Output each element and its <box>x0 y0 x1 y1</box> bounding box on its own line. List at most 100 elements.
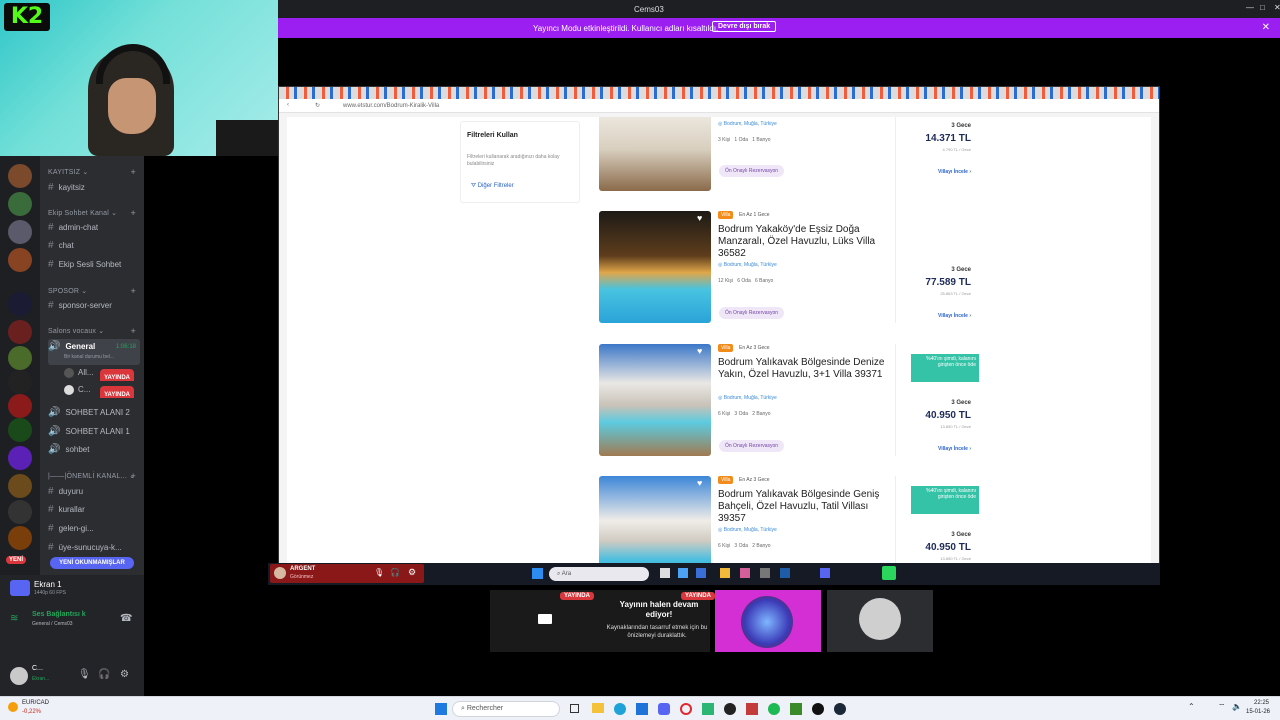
listing-title[interactable]: Bodrum Yalıkavak Bölgesinde Denize Yakın… <box>718 357 888 381</box>
server-icon[interactable] <box>8 192 32 216</box>
favorite-heart-icon[interactable]: ♥ <box>697 346 702 356</box>
headphone-icon[interactable]: 🎧 <box>98 669 110 680</box>
channel-uye-sunucuya[interactable]: # üye-sunucuya-k... <box>48 540 140 556</box>
windows-start-icon[interactable] <box>435 703 447 715</box>
server-icon[interactable] <box>8 370 32 394</box>
spotify-icon[interactable] <box>768 703 780 715</box>
listing-title[interactable]: Bodrum Yalıkavak Bölgesinde Geniş Bahçel… <box>718 489 888 525</box>
server-icon[interactable] <box>8 474 32 498</box>
taskbar-app-icon[interactable] <box>720 568 730 578</box>
listing-card[interactable]: ♥ Villa En Az 3 Gece Bodrum Yalıkavak Bö… <box>599 344 979 458</box>
settings-gear-icon[interactable]: ⚙ <box>120 669 129 680</box>
view-villa-link[interactable]: Villayı İncele › <box>938 313 971 319</box>
taskbar-app-icon[interactable] <box>780 568 790 578</box>
listing-photo[interactable] <box>599 117 711 191</box>
server-icon[interactable] <box>8 526 32 550</box>
disconnect-icon[interactable]: ☎ <box>120 613 132 624</box>
volume-icon[interactable]: 🔈 <box>1232 702 1242 711</box>
store-icon[interactable] <box>636 703 648 715</box>
server-icon[interactable] <box>8 446 32 470</box>
voice-channel-sohbet[interactable]: 🔊 sohbet <box>48 442 140 458</box>
minecraft-icon[interactable] <box>790 703 802 715</box>
channel-admin-chat[interactable]: # admin-chat <box>48 220 140 236</box>
stream-thumbnail[interactable]: YAYINDA <box>681 590 821 652</box>
server-icon[interactable] <box>8 164 32 188</box>
clock-date[interactable]: 15-01-26 <box>1246 709 1270 715</box>
edge-icon[interactable] <box>614 703 626 715</box>
steam-icon[interactable] <box>834 703 846 715</box>
listing-photo[interactable] <box>599 476 711 563</box>
server-icon[interactable] <box>8 394 32 418</box>
discord-icon[interactable] <box>658 703 670 715</box>
reload-icon[interactable]: ↻ <box>315 102 320 109</box>
channel-kayitsiz[interactable]: # kayitsiz <box>48 180 140 196</box>
taskbar-app-icon[interactable] <box>760 568 770 578</box>
mic-icon[interactable]: 🎙 <box>374 568 384 577</box>
taskbar-app-icon[interactable] <box>678 568 688 578</box>
voice-member[interactable]: All... YAYINDA <box>48 365 140 381</box>
server-icon[interactable] <box>8 320 32 344</box>
voice-channel-sohbet-2[interactable]: 🔊 SOHBET ALANI 2 <box>48 405 140 421</box>
channel-gelen-giden[interactable]: # gelen-gi... <box>48 521 140 537</box>
taskbar-app-icon[interactable] <box>740 568 750 578</box>
listing-photo[interactable] <box>599 344 711 456</box>
file-explorer-icon[interactable] <box>592 703 604 713</box>
channel-kurallar[interactable]: # kurallar <box>48 502 140 518</box>
server-icon[interactable] <box>8 292 32 316</box>
opera-icon[interactable] <box>680 703 692 715</box>
settings-gear-icon[interactable]: ⚙ <box>408 567 416 578</box>
minimize-button[interactable]: — <box>1246 3 1254 12</box>
voice-channel-sohbet-1[interactable]: 🔊 SOHBET ALANI 1 <box>48 424 140 440</box>
task-view-icon[interactable] <box>570 704 579 713</box>
stream-thumbnail[interactable]: YAYINDA Yayının halen devam ediyor! Kayn… <box>490 590 710 652</box>
more-filters-link[interactable]: ⛛ Diğer Filtreler <box>471 183 514 190</box>
app-icon[interactable] <box>812 703 824 715</box>
listing-title[interactable]: 37988 <box>718 117 888 119</box>
server-icon[interactable] <box>8 500 32 524</box>
favorite-heart-icon[interactable]: ♥ <box>697 478 702 488</box>
url-input[interactable]: www.etstur.com/Bodrum-Kiralik-Villa <box>343 103 439 109</box>
network-icon[interactable]: ⌔ <box>1218 702 1226 712</box>
listing-card[interactable]: ♥ Villa En Az 1 Gece Bodrum Yakaköy'de E… <box>599 211 979 325</box>
taskbar-app-icon[interactable] <box>696 568 706 578</box>
category-ekip[interactable]: Ekip Sohbet Kanal ⌄ + <box>48 208 140 218</box>
close-banner-icon[interactable]: ✕ <box>1262 22 1270 33</box>
favorite-heart-icon[interactable]: ♥ <box>697 213 702 223</box>
category-salons[interactable]: Salons vocaux ⌄ + <box>48 326 140 336</box>
tray-chevron-icon[interactable]: ⌃ <box>1188 702 1195 711</box>
taskbar-app-icon[interactable] <box>820 568 830 578</box>
listing-card[interactable]: ♥ Villa En Az 3 Gece Bodrum Yalıkavak Bö… <box>599 476 979 563</box>
back-icon[interactable]: ‹ <box>287 102 289 108</box>
headphone-icon[interactable]: 🎧 <box>390 568 400 577</box>
windows-start-icon[interactable] <box>532 568 543 579</box>
category-sponsor[interactable]: SPOSOR ⌄ + <box>48 286 140 296</box>
channel-ekip-sesli[interactable]: # Ekip Sesli Sohbet <box>48 257 140 273</box>
search-box[interactable]: ⌕ Rechercher <box>452 701 560 717</box>
channel-chat[interactable]: # chat <box>48 238 140 254</box>
listing-photo[interactable] <box>599 211 711 323</box>
channel-duyuru[interactable]: # duyuru <box>48 484 140 500</box>
server-icon[interactable] <box>8 248 32 272</box>
close-button[interactable]: ✕ <box>1274 3 1280 12</box>
server-icon[interactable] <box>8 220 32 244</box>
remote-search-box[interactable]: ⌕ Ara <box>549 567 649 581</box>
voice-channel-general[interactable]: 🔊 General 1:06:18 Bir kanal durumu bel... <box>48 339 140 365</box>
app-icon[interactable] <box>746 703 758 715</box>
voice-member[interactable]: C... YAYINDA <box>48 382 140 398</box>
category-kayitsiz[interactable]: KAYITSIZ ⌄ + <box>48 167 140 177</box>
category-important[interactable]: |——|ÖNEMLİ KANAL... ⌄ + <box>48 471 140 481</box>
user-avatar[interactable] <box>10 667 28 685</box>
app-icon[interactable] <box>724 703 736 715</box>
taskbar-app-icon[interactable] <box>882 566 896 580</box>
maximize-button[interactable]: □ <box>1260 3 1265 12</box>
tab-strip[interactable] <box>279 87 1159 99</box>
listing-title[interactable]: Bodrum Yakaköy'de Eşsiz Doğa Manzaralı, … <box>718 224 888 260</box>
listing-card[interactable]: 37988 ◎ Bodrum, Muğla, Türkiye 3 Kişi 1 … <box>599 117 979 221</box>
channel-sponsor-server[interactable]: # sponsor-server <box>48 298 140 314</box>
stream-thumbnail[interactable] <box>827 590 933 652</box>
new-unread-pill[interactable]: YENİ OKUNMAMIŞLAR <box>50 557 134 569</box>
clock-time[interactable]: 22:25 <box>1254 700 1269 706</box>
mic-icon[interactable]: 🎙 <box>78 669 91 680</box>
app-icon[interactable] <box>702 703 714 715</box>
disable-streamer-mode-button[interactable]: Devre dışı bırak <box>712 21 777 32</box>
